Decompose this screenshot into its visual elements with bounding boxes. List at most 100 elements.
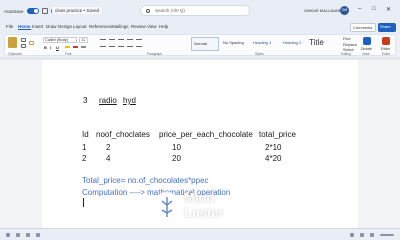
search-icon: [146, 9, 150, 13]
tab-review[interactable]: Review: [131, 24, 146, 29]
cut-icon[interactable]: [21, 38, 26, 42]
format-painter-icon[interactable]: [29, 41, 34, 45]
replace-button[interactable]: Replace: [343, 43, 357, 47]
autosave-label: AutoSave: [4, 8, 24, 14]
focus-mode-icon[interactable]: [350, 233, 354, 237]
save-icon[interactable]: [41, 8, 48, 14]
tab-insert[interactable]: Insert: [32, 24, 43, 29]
font-name-select[interactable]: Calibri (Body): [43, 37, 77, 43]
clear-format-icon[interactable]: [81, 46, 86, 48]
row-1-total: 2*10: [265, 143, 282, 152]
decrease-indent-icon[interactable]: [127, 39, 133, 40]
align-center-icon[interactable]: [109, 46, 115, 47]
status-bar: [0, 228, 400, 240]
zoom-slider[interactable]: [380, 234, 394, 236]
file-name[interactable]: class practice • Saved: [52, 7, 103, 14]
align-right-icon[interactable]: [118, 46, 124, 47]
dictate-label: Dictate: [361, 47, 372, 51]
tab-draw[interactable]: Draw: [46, 24, 57, 29]
share-button[interactable]: Share: [378, 23, 396, 32]
tab-file[interactable]: File: [6, 24, 13, 29]
autosave-toggle[interactable]: [26, 8, 39, 14]
font-color-icon[interactable]: [73, 46, 78, 48]
ribbon: Calibri (Body) 11 B I U Normal No Spacin…: [4, 34, 396, 56]
style-heading-1[interactable]: Heading 1: [251, 37, 279, 51]
tab-mailings[interactable]: Mailings: [112, 24, 129, 29]
ribbon-tabs: File Home Insert Draw Design Layout Refe…: [0, 22, 400, 34]
bullets-icon[interactable]: [100, 39, 106, 40]
group-editor-label: Editor: [382, 52, 391, 56]
justify-icon[interactable]: [127, 46, 133, 47]
find-button[interactable]: Find: [343, 37, 350, 41]
tab-view[interactable]: View: [147, 24, 157, 29]
row-2-price: 20: [172, 154, 181, 163]
comments-label: Comments: [353, 25, 373, 30]
proofing-icon[interactable]: [26, 233, 30, 237]
close-icon[interactable]: ✕: [386, 6, 391, 13]
watermark-line-2: Luster: [184, 205, 224, 220]
row-2-id: 2: [82, 154, 87, 163]
style-heading-2[interactable]: Heading 2: [281, 37, 309, 51]
numbering-icon[interactable]: [109, 39, 115, 40]
line-spacing-icon[interactable]: [136, 46, 142, 47]
font-size-select[interactable]: 11: [79, 37, 88, 43]
avatar[interactable]: OM: [340, 6, 349, 15]
title-bar: AutoSave class practice • Saved Search (…: [0, 0, 400, 22]
read-mode-icon[interactable]: [360, 233, 364, 237]
row-1-price: 10: [172, 143, 181, 152]
editor-icon[interactable]: [382, 37, 390, 45]
formula-line: Total_price= no.of_chocolates*ppec: [82, 176, 209, 185]
row-1-count: 2: [106, 143, 111, 152]
increase-indent-icon[interactable]: [136, 39, 142, 40]
mindluster-watermark: Mind Luster: [153, 190, 243, 226]
search-placeholder: Search (Alt+Q): [155, 8, 185, 13]
share-label: Share: [380, 24, 391, 29]
header-id: Id: [82, 130, 89, 139]
mindluster-logo: [155, 192, 179, 222]
multilevel-list-icon[interactable]: [118, 39, 124, 40]
highlight-color-icon[interactable]: [65, 46, 70, 48]
bold-button[interactable]: B: [44, 45, 47, 50]
maximize-icon[interactable]: □: [372, 6, 376, 12]
word-count-icon[interactable]: [16, 233, 20, 237]
tab-layout[interactable]: Layout: [73, 24, 87, 29]
style-no-spacing[interactable]: No Spacing: [221, 37, 249, 51]
text-line-1-a: 3: [83, 96, 88, 105]
header-price-per-each: price_per_each_chocolate: [159, 130, 253, 139]
group-editing-label: Editing: [341, 52, 351, 56]
group-clipboard-label: Clipboard: [8, 52, 22, 56]
row-1-id: 1: [82, 143, 87, 152]
minimize-icon[interactable]: –: [358, 6, 361, 12]
print-layout-icon[interactable]: [370, 233, 374, 237]
tab-design[interactable]: Design: [58, 24, 72, 29]
watermark-line-1: Mind: [184, 190, 215, 205]
search-input[interactable]: Search (Alt+Q): [140, 5, 250, 16]
accessibility-icon[interactable]: [36, 233, 40, 237]
autosave-group: AutoSave: [4, 6, 57, 16]
text-line-1-b: radio: [99, 96, 117, 105]
dictate-icon[interactable]: [363, 37, 371, 45]
copy-icon[interactable]: [21, 44, 26, 48]
tab-home[interactable]: Home: [18, 24, 31, 30]
row-2-total: 4*20: [265, 154, 282, 163]
style-normal[interactable]: Normal: [191, 37, 219, 51]
group-styles-label: Styles: [255, 52, 264, 56]
text-line-1-c: hyd: [123, 96, 136, 105]
paste-icon[interactable]: [8, 37, 17, 48]
align-left-icon[interactable]: [100, 46, 106, 47]
header-total-price: total_price: [259, 130, 296, 139]
page-count-icon[interactable]: [6, 233, 10, 237]
tab-references[interactable]: References: [89, 24, 112, 29]
group-voice-label: Voice: [362, 52, 370, 56]
user-name[interactable]: OMKAR MALLAVARU: [304, 8, 343, 13]
group-paragraph-label: Paragraph: [147, 52, 162, 56]
group-font-label: Font: [65, 52, 72, 56]
underline-button[interactable]: U: [56, 45, 59, 50]
tab-help[interactable]: Help: [159, 24, 168, 29]
header-noof-choclates: noof_choclates: [96, 130, 150, 139]
row-2-count: 4: [106, 154, 111, 163]
comments-button[interactable]: Comments: [350, 23, 376, 32]
italic-button[interactable]: I: [50, 45, 51, 50]
editor-label: Editor: [381, 47, 391, 51]
style-title[interactable]: Title: [307, 37, 331, 51]
